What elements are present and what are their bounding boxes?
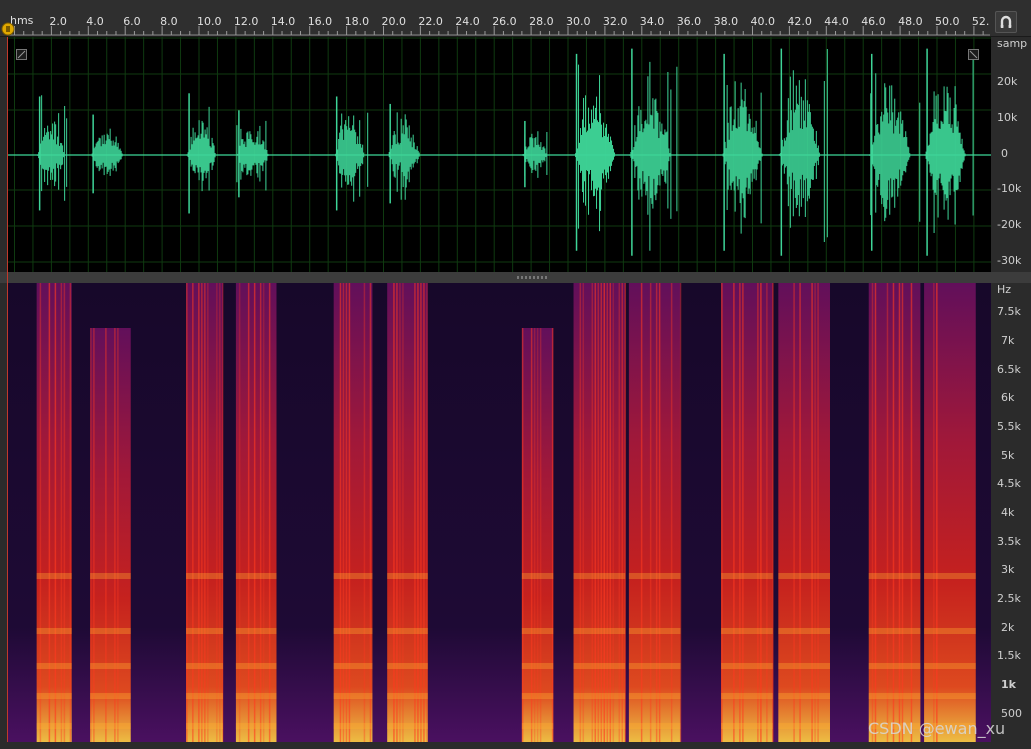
time-tick-label: 34.0 xyxy=(640,15,665,28)
amplitude-tick: -20k xyxy=(997,218,1022,231)
frequency-unit-label: Hz xyxy=(997,283,1012,296)
frequency-tick: 1.5k xyxy=(997,649,1021,662)
time-tick-label: 48.0 xyxy=(898,15,923,28)
time-tick-label: 20.0 xyxy=(382,15,407,28)
snap-magnet-button[interactable] xyxy=(995,11,1017,33)
playhead-line[interactable] xyxy=(7,37,8,742)
frequency-tick: 2k xyxy=(1001,621,1015,634)
splitter-grip-icon xyxy=(517,276,547,279)
time-tick-label: 32.0 xyxy=(603,15,628,28)
spectrogram-burst xyxy=(36,283,72,742)
frequency-tick: 4.5k xyxy=(997,477,1021,490)
spectrogram-burst xyxy=(387,283,428,742)
waveform-burst xyxy=(869,53,921,251)
time-tick-label: 42.0 xyxy=(787,15,812,28)
time-tick-label: 44.0 xyxy=(824,15,849,28)
spectrogram-burst xyxy=(721,283,774,742)
spectrogram-burst xyxy=(186,283,224,742)
spectrogram-burst xyxy=(868,283,921,742)
waveform-burst xyxy=(574,53,616,251)
time-tick-label: 24.0 xyxy=(455,15,480,28)
time-tick-label: 12.0 xyxy=(234,15,259,28)
diagonal-icon xyxy=(17,50,26,59)
time-tick-label: 2.0 xyxy=(49,15,67,28)
frequency-tick: 6k xyxy=(1001,391,1015,404)
waveform-view[interactable] xyxy=(7,37,991,272)
frequency-tick: 3k xyxy=(1001,563,1015,576)
frequency-tick: 5k xyxy=(1001,449,1015,462)
waveform-burst xyxy=(778,48,828,256)
frequency-tick: 7.5k xyxy=(997,305,1021,318)
waveform-plot xyxy=(7,37,991,272)
time-tick-label: 52.0 xyxy=(972,15,990,28)
time-ruler-ticks: 2.0 4.0 6.0 8.0 10.0 12.0 14.0 16.0 18.0 20.0 22.0… xyxy=(7,15,990,36)
zoom-in-corner-button[interactable] xyxy=(16,49,27,60)
diagonal-icon xyxy=(969,50,978,59)
spectrogram-burst xyxy=(333,283,373,742)
time-tick-label: 16.0 xyxy=(308,15,333,28)
time-tick-label: 10.0 xyxy=(197,15,222,28)
frequency-tick: 3.5k xyxy=(997,535,1021,548)
time-tick-label: 36.0 xyxy=(677,15,702,28)
time-ruler[interactable]: 2.0 4.0 6.0 8.0 10.0 12.0 14.0 16.0 18.0 20.0 22.0… xyxy=(0,0,1031,37)
frequency-ruler[interactable]: Hz 7.5k 7k 6.5k 6k 5.5k 5k 4.5k 4k 3.5k … xyxy=(991,283,1031,742)
time-tick-label: 18.0 xyxy=(345,15,370,28)
waveform-burst xyxy=(37,95,68,211)
amplitude-tick: 0 xyxy=(1001,147,1008,160)
waveform-burst xyxy=(186,93,216,214)
spectrogram-burst xyxy=(90,328,131,742)
time-tick-label: 30.0 xyxy=(566,15,591,28)
waveform-burst xyxy=(629,48,678,256)
frequency-tick: 6.5k xyxy=(997,363,1021,376)
amplitude-unit-label: samp xyxy=(997,37,1028,50)
time-tick-label: 4.0 xyxy=(86,15,104,28)
frequency-tick: 1k xyxy=(1001,678,1016,691)
time-tick-label: 22.0 xyxy=(418,15,443,28)
time-tick-label: 26.0 xyxy=(492,15,517,28)
playhead-marker-icon[interactable] xyxy=(1,22,15,36)
amplitude-tick: 20k xyxy=(997,75,1018,88)
zoom-out-corner-button[interactable] xyxy=(968,49,979,60)
frequency-tick: 5.5k xyxy=(997,420,1021,433)
amplitude-ruler[interactable]: samp 20k 10k 0 -10k -20k -30k xyxy=(991,37,1031,272)
spectrogram-burst xyxy=(235,283,277,742)
magnet-icon xyxy=(1000,15,1012,28)
spectrogram-burst xyxy=(521,328,554,742)
frequency-tick: 7k xyxy=(1001,334,1015,347)
left-edge xyxy=(0,37,7,749)
waveform-burst xyxy=(522,120,548,188)
watermark: CSDN @ewan_xu xyxy=(868,719,1006,738)
spectrogram-burst xyxy=(573,283,627,742)
spectrogram-view[interactable] xyxy=(7,283,991,742)
waveform-burst xyxy=(924,48,974,256)
spectrogram-plot xyxy=(7,283,991,742)
time-tick-label: 8.0 xyxy=(160,15,178,28)
frequency-tick: 2.5k xyxy=(997,592,1021,605)
waveform-burst xyxy=(387,103,420,204)
frequency-tick: 4k xyxy=(1001,506,1015,519)
waveform-burst xyxy=(334,96,369,211)
waveform-burst xyxy=(90,114,123,194)
panel-splitter[interactable] xyxy=(0,272,1031,283)
time-tick-label: 46.0 xyxy=(861,15,886,28)
time-tick-label: 6.0 xyxy=(123,15,141,28)
time-tick-label: 14.0 xyxy=(271,15,296,28)
time-tick-label: 50.0 xyxy=(935,15,960,28)
spectrogram-burst xyxy=(924,283,976,742)
spectrogram-burst xyxy=(628,283,682,742)
waveform-burst xyxy=(721,53,763,251)
amplitude-tick: -10k xyxy=(997,182,1022,195)
time-tick-label: 40.0 xyxy=(751,15,776,28)
amplitude-tick: -30k xyxy=(997,254,1022,267)
waveform-burst xyxy=(236,110,269,198)
spectrogram-burst xyxy=(778,283,830,742)
amplitude-tick: 10k xyxy=(997,111,1018,124)
time-tick-label: 28.0 xyxy=(529,15,554,28)
time-tick-label: 38.0 xyxy=(714,15,739,28)
